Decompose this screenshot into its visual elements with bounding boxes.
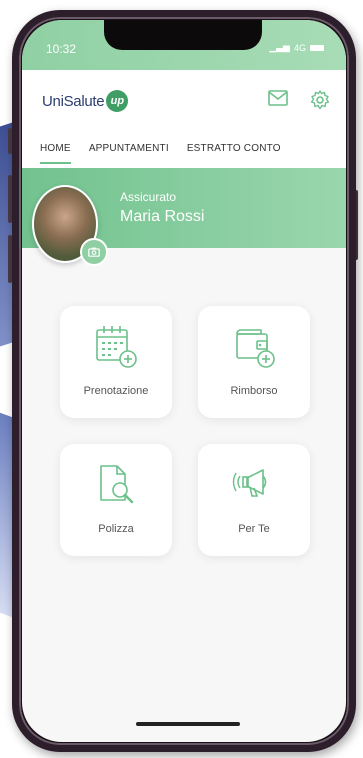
notch — [104, 20, 262, 50]
document-search-icon — [93, 462, 139, 513]
status-bar: 10:32 ▁▃▅ 4G — [22, 20, 346, 70]
tile-label: Polizza — [98, 523, 134, 535]
tile-label: Prenotazione — [83, 385, 149, 397]
status-time: 10:32 — [46, 42, 77, 56]
signal-icon: ▁▃▅ — [269, 42, 290, 52]
app-header: UniSalute up — [22, 70, 346, 128]
header-actions — [268, 90, 330, 110]
phone-frame: 10:32 ▁▃▅ 4G UniSalute up HOME APPUNTAME… — [12, 10, 356, 752]
mail-icon[interactable] — [268, 90, 288, 110]
app-logo[interactable]: UniSalute up — [42, 90, 129, 112]
home-indicator[interactable] — [136, 722, 240, 726]
tab-bar: HOME APPUNTAMENTI ESTRATTO CONTO — [22, 128, 346, 169]
camera-icon[interactable] — [80, 238, 108, 266]
tile-label: Rimborso — [230, 385, 278, 397]
calendar-plus-icon — [93, 324, 139, 375]
gear-icon[interactable] — [310, 90, 330, 110]
status-indicators: ▁▃▅ 4G — [269, 42, 324, 53]
tile-per-te[interactable]: Per Te — [198, 444, 310, 556]
profile-name: Maria Rossi — [120, 208, 205, 225]
tab-home[interactable]: HOME — [40, 133, 71, 164]
logo-badge: up — [106, 90, 129, 112]
megaphone-icon — [231, 462, 277, 513]
profile-role: Assicurato — [120, 190, 177, 204]
network-label: 4G — [293, 42, 306, 53]
logo-text: UniSalute — [42, 92, 105, 110]
tab-estratto-conto[interactable]: ESTRATTO CONTO — [187, 133, 281, 164]
wallet-plus-icon — [231, 324, 277, 375]
app-screen: 10:32 ▁▃▅ 4G UniSalute up HOME APPUNTAME… — [22, 20, 346, 742]
tile-polizza[interactable]: Polizza — [60, 444, 172, 556]
tile-prenotazione[interactable]: Prenotazione — [60, 306, 172, 418]
battery-icon — [310, 44, 324, 51]
tile-label: Per Te — [238, 523, 270, 535]
tab-appuntamenti[interactable]: APPUNTAMENTI — [89, 133, 169, 164]
tile-rimborso[interactable]: Rimborso — [198, 306, 310, 418]
